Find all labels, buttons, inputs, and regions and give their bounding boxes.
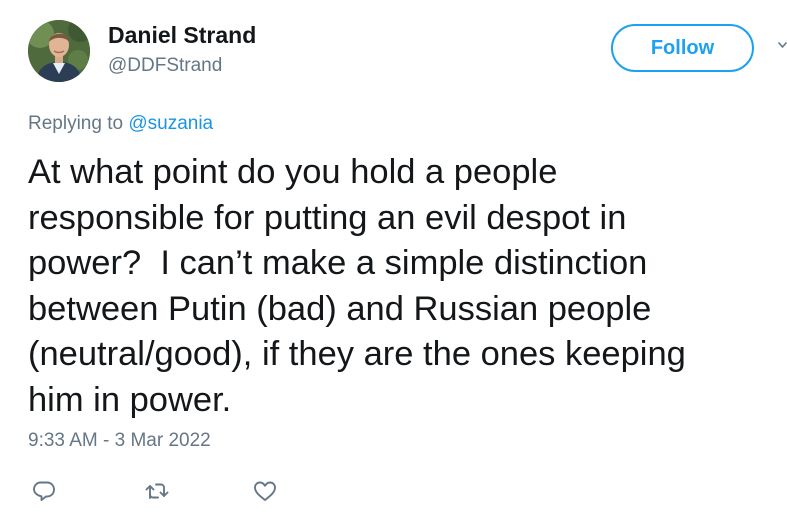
like-button[interactable] (252, 478, 278, 504)
like-icon (254, 481, 276, 501)
retweet-icon (145, 483, 169, 499)
tweet-timestamp[interactable]: 9:33 AM - 3 Mar 2022 (28, 430, 211, 452)
reply-icon (33, 481, 55, 501)
follow-button[interactable]: Follow (611, 24, 754, 72)
tweet-card: Daniel Strand @DDFStrand Follow Replying… (0, 0, 787, 529)
reply-context: Replying to @suzania (28, 113, 213, 135)
avatar-image (28, 20, 90, 82)
tweet-text: At what point do you hold a people respo… (28, 153, 686, 419)
user-handle[interactable]: @DDFStrand (108, 55, 222, 77)
avatar[interactable] (28, 20, 90, 82)
reply-mention-link[interactable]: @suzania (128, 113, 213, 134)
retweet-button[interactable] (144, 478, 170, 504)
reply-button[interactable] (31, 478, 57, 504)
display-name[interactable]: Daniel Strand (108, 22, 256, 49)
chevron-down-icon[interactable] (778, 38, 787, 52)
reply-context-prefix: Replying to (28, 113, 129, 134)
